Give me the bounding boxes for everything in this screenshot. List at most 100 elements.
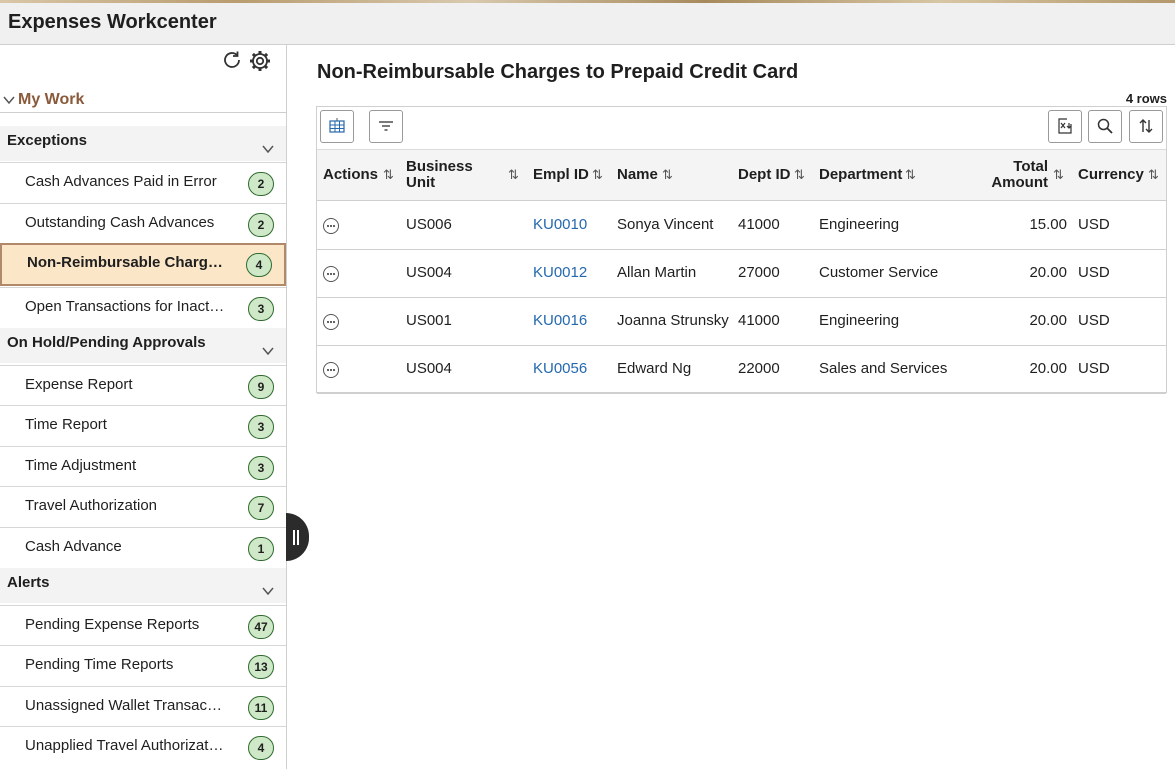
row-actions-icon[interactable] xyxy=(323,314,339,330)
cell-business-unit: US006 xyxy=(406,216,452,233)
cell-currency: USD xyxy=(1078,312,1110,329)
count-badge: 11 xyxy=(248,696,274,720)
export-excel-button[interactable] xyxy=(1048,110,1082,143)
cell-empl-id-link[interactable]: KU0056 xyxy=(533,360,587,377)
sidebar-item-label: Open Transactions for Inactive Employees xyxy=(25,298,225,315)
count-badge: 13 xyxy=(248,655,274,679)
sidebar-item-label: Cash Advance xyxy=(25,538,122,555)
group-on-hold-pending-approvals[interactable]: On Hold/Pending Approvals xyxy=(0,328,286,363)
table-row: US001 KU0016 Joanna Strunsky 41000 Engin… xyxy=(317,298,1166,346)
sidebar-item-open-transactions-inactive[interactable]: Open Transactions for Inactive Employees… xyxy=(0,287,286,327)
sort-icon[interactable]: ⇅ xyxy=(592,167,603,183)
sidebar-item-label: Cash Advances Paid in Error xyxy=(25,173,217,190)
view-grid-button[interactable] xyxy=(320,110,354,143)
col-department: Department xyxy=(819,166,903,183)
col-business-unit-line1: Business xyxy=(406,158,473,175)
table-header: Actions ⇅ Business Unit ⇅ Empl ID ⇅ Name… xyxy=(317,150,1166,201)
sidebar-item-label: Unapplied Travel Authorization xyxy=(25,737,225,754)
row-actions-icon[interactable] xyxy=(323,362,339,378)
sidebar-item-pending-time-reports[interactable]: Pending Time Reports 13 xyxy=(0,645,286,685)
group-title: Exceptions xyxy=(7,132,88,149)
sidebar-item-expense-report[interactable]: Expense Report 9 xyxy=(0,365,286,405)
table-row: US004 KU0056 Edward Ng 22000 Sales and S… xyxy=(317,346,1166,394)
col-name: Name xyxy=(617,166,658,183)
search-button[interactable] xyxy=(1088,110,1122,143)
chevron-down-icon xyxy=(3,96,15,105)
sidebar-item-cash-advance[interactable]: Cash Advance 1 xyxy=(0,527,286,567)
cell-department: Engineering xyxy=(819,312,900,329)
col-total-amount-line1: Total xyxy=(1013,158,1048,175)
sidebar-item-unapplied-travel-authorization[interactable]: Unapplied Travel Authorization 4 xyxy=(0,726,286,766)
cell-currency: USD xyxy=(1078,360,1110,377)
count-badge: 4 xyxy=(248,736,274,760)
count-badge: 47 xyxy=(248,615,274,639)
app-title: Expenses Workcenter xyxy=(8,11,217,33)
group-exceptions[interactable]: Exceptions xyxy=(0,126,286,161)
sort-icon[interactable]: ⇅ xyxy=(383,167,394,183)
count-badge: 3 xyxy=(248,456,274,480)
sort-icon[interactable]: ⇅ xyxy=(905,167,916,183)
sidebar-item-time-adjustment[interactable]: Time Adjustment 3 xyxy=(0,446,286,486)
sort-icon xyxy=(1139,119,1153,133)
cell-dept-id: 22000 xyxy=(738,360,780,377)
cell-dept-id: 41000 xyxy=(738,216,780,233)
sidebar: My Work Exceptions Cash Advances Paid in… xyxy=(0,45,287,769)
cell-total-amount: 20.00 xyxy=(1029,312,1067,329)
table-row: US006 KU0010 Sonya Vincent 41000 Enginee… xyxy=(317,202,1166,250)
sidebar-item-time-report[interactable]: Time Report 3 xyxy=(0,405,286,445)
sort-icon[interactable]: ⇅ xyxy=(794,167,805,183)
sidebar-item-label: Travel Authorization xyxy=(25,497,158,514)
col-total-amount-line2: Amount xyxy=(991,174,1048,191)
row-actions-icon[interactable] xyxy=(323,218,339,234)
row-count: 4 rows xyxy=(1125,91,1167,106)
filter-button[interactable] xyxy=(369,110,403,143)
col-business-unit-line2: Unit xyxy=(406,174,436,191)
table-row: US004 KU0012 Allan Martin 27000 Customer… xyxy=(317,250,1166,298)
refresh-icon[interactable] xyxy=(220,49,244,73)
sidebar-item-label: Time Report xyxy=(25,416,107,433)
gear-icon[interactable] xyxy=(248,49,272,73)
chevron-down-icon xyxy=(262,347,274,355)
sort-icon[interactable]: ⇅ xyxy=(662,167,673,183)
cell-dept-id: 41000 xyxy=(738,312,780,329)
cell-total-amount: 20.00 xyxy=(1029,360,1067,377)
row-actions-icon[interactable] xyxy=(323,266,339,282)
cell-department: Engineering xyxy=(819,216,900,233)
sort-icon[interactable]: ⇅ xyxy=(508,167,519,183)
sidebar-item-label: Time Adjustment xyxy=(25,457,137,474)
sidebar-item-label: Pending Expense Reports xyxy=(25,616,200,633)
sidebar-item-cash-advances-paid-in-error[interactable]: Cash Advances Paid in Error 2 xyxy=(0,162,286,202)
sort-icon[interactable]: ⇅ xyxy=(1053,167,1064,183)
grip-line xyxy=(297,530,299,545)
cell-name: Joanna Strunsky xyxy=(617,312,729,329)
sort-icon[interactable]: ⇅ xyxy=(1148,167,1159,183)
sidebar-item-travel-authorization[interactable]: Travel Authorization 7 xyxy=(0,486,286,526)
count-badge: 2 xyxy=(248,172,274,196)
count-badge: 9 xyxy=(248,375,274,399)
grid-toolbar xyxy=(317,107,1166,150)
count-badge: 3 xyxy=(248,297,274,321)
cell-name: Allan Martin xyxy=(617,264,697,281)
count-badge: 3 xyxy=(248,415,274,439)
sidebar-item-pending-expense-reports[interactable]: Pending Expense Reports 47 xyxy=(0,605,286,645)
search-icon xyxy=(1097,118,1113,134)
col-dept-id: Dept ID xyxy=(738,166,791,183)
cell-department: Sales and Services xyxy=(819,360,948,377)
group-alerts[interactable]: Alerts xyxy=(0,568,286,603)
cell-empl-id-link[interactable]: KU0016 xyxy=(533,312,587,329)
sort-button[interactable] xyxy=(1129,110,1163,143)
col-actions: Actions xyxy=(323,166,379,183)
sidebar-item-label: Non-Reimbursable Charges to Prepaid Cred… xyxy=(27,254,229,271)
cell-business-unit: US004 xyxy=(406,264,452,281)
cell-empl-id-link[interactable]: KU0012 xyxy=(533,264,587,281)
sidebar-item-non-reimbursable-charges[interactable]: Non-Reimbursable Charges to Prepaid Cred… xyxy=(0,243,286,286)
filter-icon xyxy=(379,121,393,131)
chevron-down-icon xyxy=(262,145,274,153)
sidebar-item-label: Unassigned Wallet Transactions xyxy=(25,697,225,714)
sidebar-item-outstanding-cash-advances[interactable]: Outstanding Cash Advances 2 xyxy=(0,203,286,243)
sidebar-item-unassigned-wallet-transactions[interactable]: Unassigned Wallet Transactions 11 xyxy=(0,686,286,726)
my-work-toggle[interactable]: My Work xyxy=(0,89,286,113)
sidebar-collapse-handle[interactable] xyxy=(286,513,309,561)
cell-empl-id-link[interactable]: KU0010 xyxy=(533,216,587,233)
cell-name: Edward Ng xyxy=(617,360,692,377)
